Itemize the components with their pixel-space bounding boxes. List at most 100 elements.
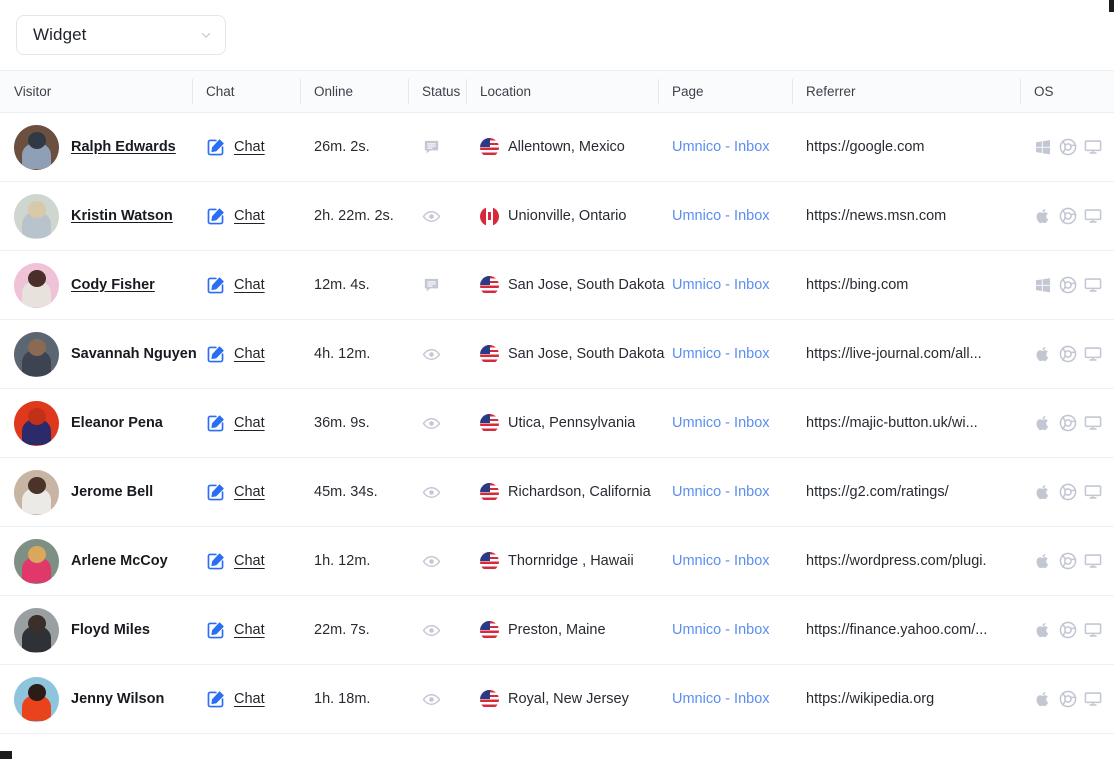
cell-chat: Chat	[192, 320, 300, 389]
cell-online: 26m. 2s.	[300, 113, 408, 182]
desktop-monitor-icon	[1084, 345, 1102, 363]
referrer-url: https://bing.com	[806, 277, 909, 293]
scroll-edge-marker-top	[1109, 0, 1114, 12]
widget-select[interactable]: Widget	[16, 15, 226, 55]
cell-status	[408, 458, 466, 527]
page-link[interactable]: Umnico - Inbox	[672, 277, 770, 293]
page-link[interactable]: Umnico - Inbox	[672, 415, 770, 431]
toolbar: Widget	[0, 0, 1114, 70]
cell-os	[1020, 389, 1114, 458]
chat-button[interactable]: Chat	[206, 276, 300, 295]
country-flag-icon	[480, 275, 499, 295]
column-header-referrer[interactable]: Referrer	[792, 70, 1020, 113]
column-header-status[interactable]: Status	[408, 70, 466, 113]
cell-online: 36m. 9s.	[300, 389, 408, 458]
cell-online: 22m. 7s.	[300, 596, 408, 665]
cell-online: 12m. 4s.	[300, 251, 408, 320]
cell-visitor: Kristin Watson	[0, 182, 192, 251]
windows-icon	[1034, 138, 1052, 156]
chat-button[interactable]: Chat	[206, 414, 300, 433]
cell-location: San Jose, South Dakota	[466, 320, 664, 389]
cell-page: Umnico - Inbox	[658, 665, 792, 734]
column-header-page[interactable]: Page	[658, 70, 792, 113]
visitor-name[interactable]: Kristin Watson	[71, 208, 173, 224]
location-text: Utica, Pennsylvania	[508, 415, 636, 431]
apple-icon	[1034, 345, 1052, 363]
table-row[interactable]: Kristin Watson Chat 2h. 22m. 2s. Unionville…	[0, 182, 1114, 251]
cell-status	[408, 113, 466, 182]
cell-location: Preston, Maine	[466, 596, 658, 665]
desktop-monitor-icon	[1084, 414, 1102, 432]
visitor-name: Savannah Nguyen	[71, 346, 197, 362]
column-header-online[interactable]: Online	[300, 70, 408, 113]
online-duration: 2h. 22m. 2s.	[314, 208, 394, 224]
chat-compose-icon	[206, 276, 225, 295]
table-row[interactable]: Jerome Bell Chat 45m. 34s. Richardson, Cali…	[0, 458, 1114, 527]
chat-button[interactable]: Chat	[206, 345, 300, 364]
page-link[interactable]: Umnico - Inbox	[672, 484, 770, 500]
page-link[interactable]: Umnico - Inbox	[672, 553, 770, 569]
cell-visitor: Savannah Nguyen	[0, 320, 197, 389]
referrer-url: https://majic-button.uk/wi...	[806, 415, 978, 431]
table-row[interactable]: Cody Fisher Chat 12m. 4s. San Jose, South D…	[0, 251, 1114, 320]
chat-compose-icon	[206, 621, 225, 640]
chat-button[interactable]: Chat	[206, 483, 300, 502]
cell-visitor: Floyd Miles	[0, 596, 192, 665]
online-duration: 1h. 12m.	[314, 553, 371, 569]
eye-icon	[422, 414, 441, 433]
column-header-os[interactable]: OS	[1020, 70, 1114, 113]
table-header-row: Visitor Chat Online Status Location Page	[0, 70, 1114, 113]
eye-icon	[422, 483, 441, 502]
cell-chat: Chat	[192, 596, 300, 665]
table-row[interactable]: Jenny Wilson Chat 1h. 18m. Royal, New Jerse…	[0, 665, 1114, 734]
cell-os	[1020, 320, 1114, 389]
cell-location: San Jose, South Dakota	[466, 251, 664, 320]
cell-page: Umnico - Inbox	[658, 458, 792, 527]
desktop-monitor-icon	[1084, 552, 1102, 570]
online-duration: 45m. 34s.	[314, 484, 378, 500]
eye-icon	[422, 690, 441, 709]
table-row[interactable]: Savannah Nguyen Chat 4h. 12m. San Jose, Sou…	[0, 320, 1114, 389]
cell-status	[408, 596, 466, 665]
column-header-location[interactable]: Location	[466, 70, 658, 113]
desktop-monitor-icon	[1084, 138, 1102, 156]
table-row[interactable]: Eleanor Pena Chat 36m. 9s. Utica, Pennsylva…	[0, 389, 1114, 458]
referrer-url: https://finance.yahoo.com/...	[806, 622, 988, 638]
page-link[interactable]: Umnico - Inbox	[672, 208, 770, 224]
chat-button[interactable]: Chat	[206, 621, 300, 640]
page-link[interactable]: Umnico - Inbox	[672, 346, 770, 362]
chat-button[interactable]: Chat	[206, 552, 300, 571]
country-flag-icon	[480, 620, 499, 640]
apple-icon	[1034, 621, 1052, 639]
chat-compose-icon	[206, 345, 225, 364]
column-header-chat[interactable]: Chat	[192, 70, 300, 113]
avatar	[14, 676, 59, 722]
table-row[interactable]: Arlene McCoy Chat 1h. 12m. Thornridge , Haw…	[0, 527, 1114, 596]
table-row[interactable]: Floyd Miles Chat 22m. 7s. Preston, Maine Umn…	[0, 596, 1114, 665]
cell-referrer: https://majic-button.uk/wi...	[792, 389, 1020, 458]
column-header-visitor[interactable]: Visitor	[0, 70, 192, 113]
desktop-monitor-icon	[1084, 276, 1102, 294]
cell-status	[408, 389, 466, 458]
country-flag-icon	[480, 344, 499, 364]
referrer-url: https://news.msn.com	[806, 208, 947, 224]
page-link[interactable]: Umnico - Inbox	[672, 139, 770, 155]
chat-button[interactable]: Chat	[206, 207, 300, 226]
location-text: San Jose, South Dakota	[508, 346, 665, 362]
cell-page: Umnico - Inbox	[658, 182, 792, 251]
page-link[interactable]: Umnico - Inbox	[672, 691, 770, 707]
desktop-monitor-icon	[1084, 207, 1102, 225]
visitor-name[interactable]: Cody Fisher	[71, 277, 155, 293]
table-row[interactable]: Ralph Edwards Chat 26m. 2s. Allentown, Mexi…	[0, 113, 1114, 182]
avatar	[14, 469, 59, 515]
chrome-icon	[1059, 207, 1077, 225]
cell-status	[408, 527, 466, 596]
cell-status	[408, 320, 466, 389]
avatar	[14, 400, 59, 446]
page-link[interactable]: Umnico - Inbox	[672, 622, 770, 638]
chat-button[interactable]: Chat	[206, 138, 300, 157]
visitor-name[interactable]: Ralph Edwards	[71, 139, 176, 155]
chrome-icon	[1059, 276, 1077, 294]
chat-button[interactable]: Chat	[206, 690, 300, 709]
chat-bubble-icon	[422, 138, 441, 157]
